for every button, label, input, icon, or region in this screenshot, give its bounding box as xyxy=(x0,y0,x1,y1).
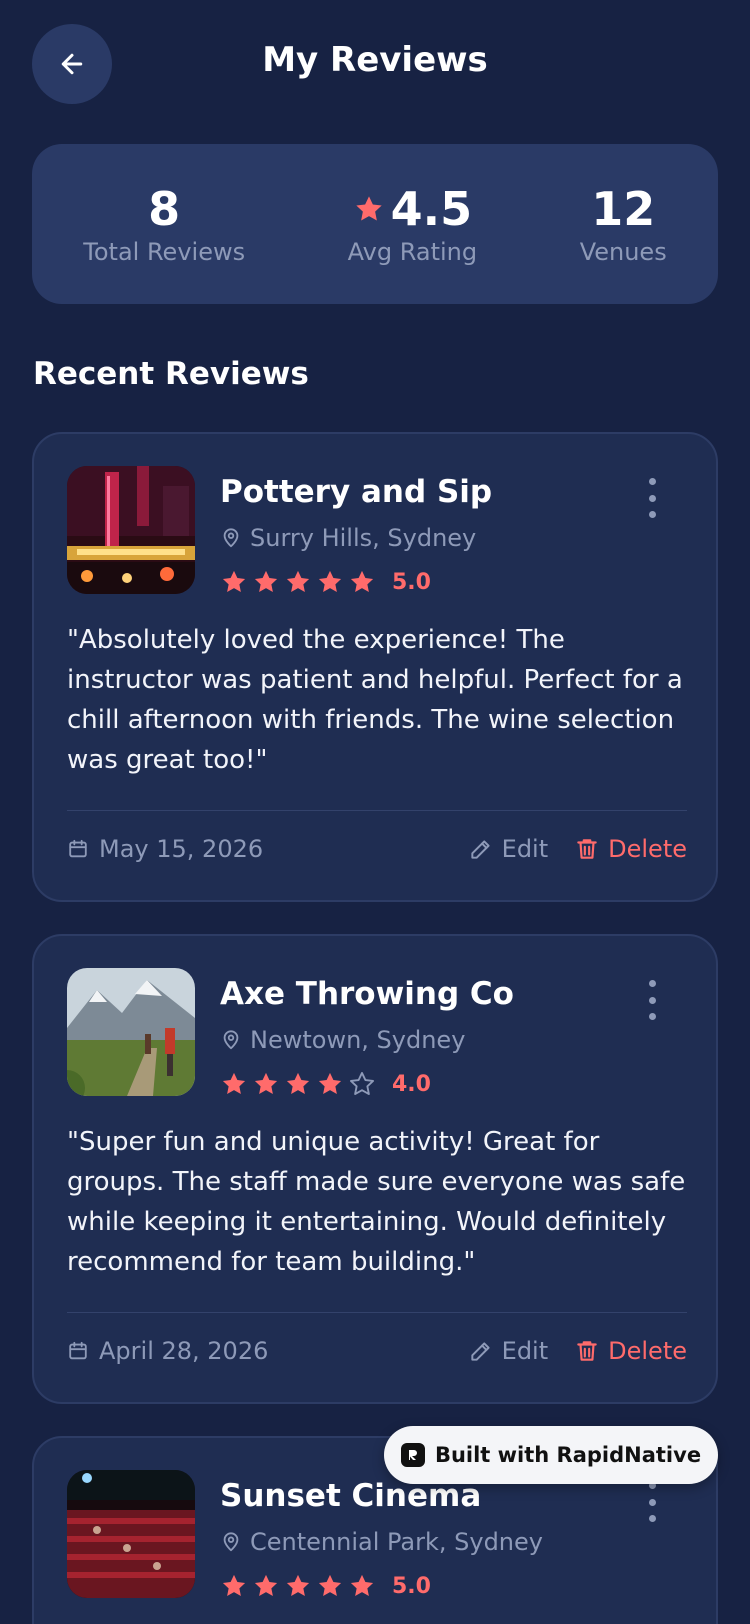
edit-label: Edit xyxy=(501,835,549,863)
calendar-icon xyxy=(69,839,87,858)
venue-thumbnail xyxy=(67,968,195,1096)
review-date: April 28, 2026 xyxy=(67,1337,268,1365)
location-text: Newtown, Sydney xyxy=(250,1026,466,1054)
trash-icon xyxy=(577,839,597,859)
star-filled-icon xyxy=(318,570,342,593)
pencil-icon xyxy=(471,840,490,859)
stat-value: 8 xyxy=(148,182,181,236)
star-rating: 4.0 xyxy=(220,1070,431,1098)
delete-label: Delete xyxy=(608,1337,687,1365)
review-text: "Super fun and unique activity! Great fo… xyxy=(67,1127,686,1277)
review-date: May 15, 2026 xyxy=(67,835,263,863)
more-dots-icon xyxy=(648,478,656,485)
stat-label: Venues xyxy=(579,238,667,266)
section-title: Recent Reviews xyxy=(33,356,309,392)
stat-total-reviews: 8 Total Reviews xyxy=(83,182,245,266)
venue-location: Newtown, Sydney xyxy=(220,1026,465,1054)
rating-value: 5.0 xyxy=(392,569,431,595)
delete-button[interactable]: Delete xyxy=(574,1337,687,1365)
rating-value: 4.0 xyxy=(392,1071,431,1097)
star-filled-icon xyxy=(222,1574,246,1597)
star-filled-icon xyxy=(286,570,310,593)
stats-card: 8 Total Reviews 4.5 Avg Rating 12 Venues xyxy=(32,144,718,304)
venue-location: Surry Hills, Sydney xyxy=(220,524,476,552)
venue-name[interactable]: Axe Throwing Co xyxy=(220,976,514,1012)
more-options-button[interactable] xyxy=(642,1482,662,1522)
date-text: May 15, 2026 xyxy=(99,835,264,863)
card-footer: May 15, 2026 Edit Delete xyxy=(67,822,687,876)
map-pin-icon xyxy=(223,528,239,548)
star-filled-icon xyxy=(222,1072,246,1095)
location-text: Centennial Park, Sydney xyxy=(250,1528,543,1556)
calendar-icon xyxy=(69,1341,87,1360)
venue-thumbnail xyxy=(67,466,195,594)
pencil-icon xyxy=(471,1342,490,1361)
star-filled-icon xyxy=(350,570,374,593)
review-actions: Edit Delete xyxy=(468,835,687,863)
star-filled-icon xyxy=(350,1574,374,1597)
review-text: "Absolutely loved the experience! The in… xyxy=(67,625,683,775)
built-with-badge[interactable]: Built with RapidNative xyxy=(384,1426,718,1484)
star-rating: 5.0 xyxy=(220,568,431,596)
stat-venues: 12 Venues xyxy=(580,182,667,266)
divider xyxy=(67,810,687,811)
review-actions: Edit Delete xyxy=(468,1337,687,1365)
venue-name[interactable]: Pottery and Sip xyxy=(220,474,492,510)
star-filled-icon xyxy=(254,1574,278,1597)
star-filled-icon xyxy=(286,1574,310,1597)
more-dots-icon xyxy=(648,980,656,987)
stat-label: Avg Rating xyxy=(347,238,478,266)
delete-button[interactable]: Delete xyxy=(574,835,687,863)
stat-avg-rating: 4.5 Avg Rating xyxy=(348,182,477,266)
star-filled-icon xyxy=(222,570,246,593)
star-filled-icon xyxy=(254,570,278,593)
stat-value: 12 xyxy=(591,182,656,236)
star-rating: 5.0 xyxy=(220,1572,431,1600)
divider xyxy=(67,1312,687,1313)
map-pin-icon xyxy=(223,1532,239,1552)
review-card: Pottery and Sip Surry Hills, Sydney 5.0 … xyxy=(32,432,718,902)
rating-value: 5.0 xyxy=(392,1573,431,1599)
star-empty-icon xyxy=(349,1071,375,1095)
more-options-button[interactable] xyxy=(642,980,662,1020)
map-pin-icon xyxy=(223,1030,239,1050)
header: My Reviews xyxy=(0,0,750,130)
review-card: Axe Throwing Co Newtown, Sydney 4.0 "Sup… xyxy=(32,934,718,1404)
star-filled-icon xyxy=(286,1072,310,1095)
venue-thumbnail xyxy=(67,1470,195,1598)
card-footer: April 28, 2026 Edit Delete xyxy=(67,1324,687,1378)
badge-label: Built with RapidNative xyxy=(434,1443,702,1467)
edit-button[interactable]: Edit xyxy=(468,1337,548,1365)
stat-value: 4.5 xyxy=(390,182,473,236)
more-options-button[interactable] xyxy=(642,478,662,518)
star-filled-icon xyxy=(318,1072,342,1095)
star-filled-icon xyxy=(318,1574,342,1597)
trash-icon xyxy=(577,1341,597,1361)
edit-label: Edit xyxy=(501,1337,549,1365)
location-text: Surry Hills, Sydney xyxy=(250,524,477,552)
venue-location: Centennial Park, Sydney xyxy=(220,1528,543,1556)
page-title: My Reviews xyxy=(262,40,488,80)
date-text: April 28, 2026 xyxy=(99,1337,269,1365)
rapidnative-logo-icon xyxy=(400,1443,425,1467)
star-icon xyxy=(355,196,382,221)
stat-label: Total Reviews xyxy=(83,238,246,266)
delete-label: Delete xyxy=(608,835,687,863)
star-filled-icon xyxy=(254,1072,278,1095)
edit-button[interactable]: Edit xyxy=(468,835,548,863)
